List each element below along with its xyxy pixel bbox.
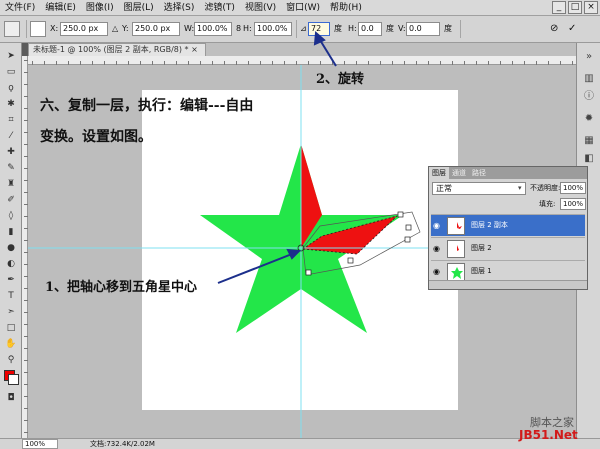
layers-options-row: 正常 ▾ 不透明度: 100%: [432, 182, 586, 195]
chevron-down-icon[interactable]: ▾: [518, 182, 522, 195]
layer-row[interactable]: ◉ 图层 1: [431, 260, 585, 280]
layer-thumbnail: [447, 217, 465, 235]
layer-thumbnail: [447, 240, 465, 258]
layer-name[interactable]: 图层 2 副本: [471, 220, 508, 230]
fill-label: 填充:: [539, 200, 556, 208]
layer-thumbnail: [447, 263, 465, 280]
opacity-input[interactable]: 100%: [560, 182, 586, 194]
zoom-level-field[interactable]: 100%: [22, 439, 58, 449]
arrow-to-rotate-field: [313, 30, 337, 67]
tab-paths[interactable]: 路径: [469, 167, 489, 179]
layer-name[interactable]: 图层 1: [471, 266, 492, 276]
layers-panel-footer: [429, 280, 587, 289]
status-bar: 100% 文档:732.4K/2.02M: [0, 438, 600, 449]
layer-row[interactable]: ◉ 图层 2 副本: [431, 214, 585, 236]
eye-icon[interactable]: ◉: [433, 244, 440, 253]
layer-row[interactable]: ◉ 图层 2: [431, 237, 585, 259]
tab-layers[interactable]: 图层: [429, 167, 449, 179]
swatches-icon[interactable]: ▦: [582, 135, 596, 147]
info-icon[interactable]: ⓘ: [582, 91, 596, 103]
opacity-label: 不透明度:: [530, 184, 561, 192]
step-2-label: 2、旋转: [316, 72, 365, 87]
eye-icon[interactable]: ◉: [433, 267, 440, 276]
document-size-info: 文档:732.4K/2.02M: [90, 440, 155, 448]
instruction-line-2: 变换。设置如图。: [40, 129, 152, 145]
blend-mode-select[interactable]: 正常: [432, 182, 526, 195]
step-1-label: 1、把轴心移到五角星中心: [45, 280, 198, 295]
layers-panel-tabs: 图层 通道 路径: [429, 167, 587, 179]
eye-icon[interactable]: ◉: [433, 221, 440, 230]
navigator-icon[interactable]: ✹: [582, 113, 596, 125]
watermark-site-text: JB51.Net: [519, 428, 578, 442]
layers-panel: 图层 通道 路径 正常 ▾ 不透明度: 100% 填充: 100% ◉ 图层 2…: [428, 166, 588, 290]
tab-channels[interactable]: 通道: [449, 167, 469, 179]
fill-input[interactable]: 100%: [560, 198, 586, 210]
layer-name[interactable]: 图层 2: [471, 243, 492, 253]
instruction-line-1: 六、复制一层，执行：编辑---自由: [40, 98, 254, 114]
collapse-dock-icon[interactable]: »: [582, 51, 596, 63]
histogram-icon[interactable]: ▥: [582, 73, 596, 85]
styles-icon[interactable]: ◧: [582, 153, 596, 165]
